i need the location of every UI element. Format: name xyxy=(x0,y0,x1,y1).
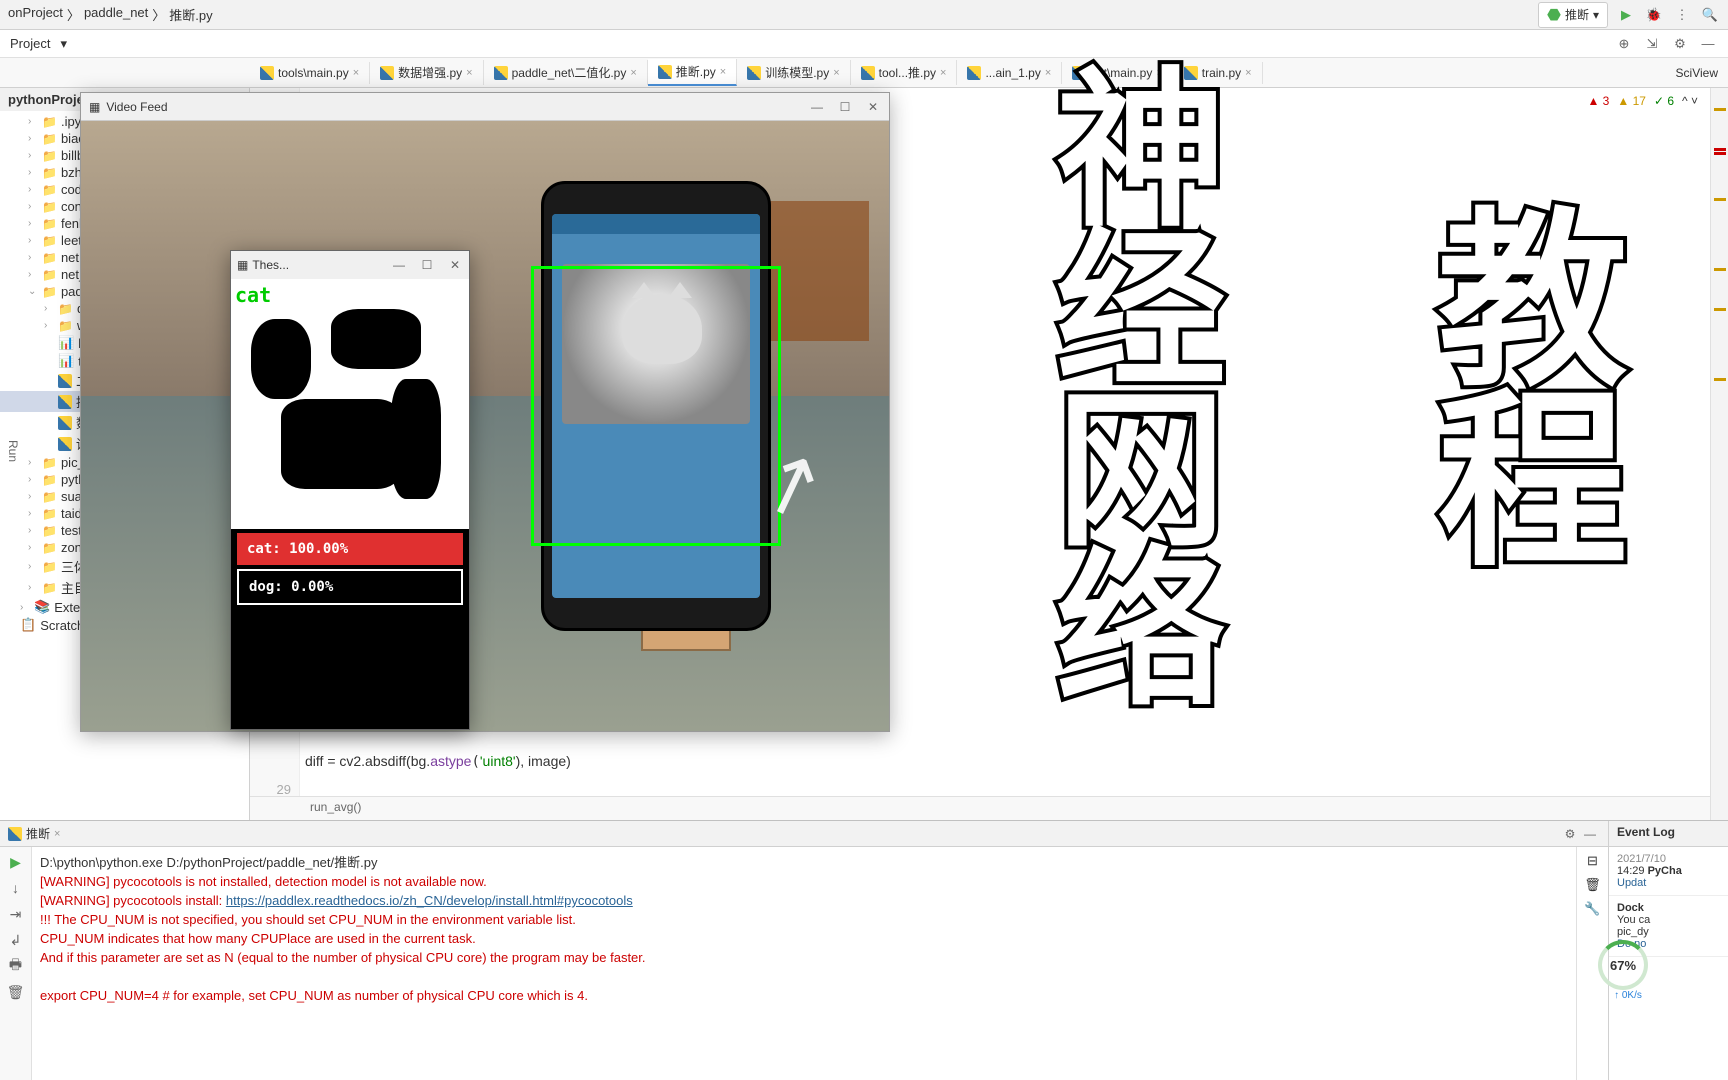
close-button[interactable]: ✕ xyxy=(447,258,463,272)
rerun-button[interactable]: ▶ xyxy=(7,853,25,871)
close-icon[interactable]: × xyxy=(54,828,60,840)
close-icon[interactable]: × xyxy=(353,67,359,79)
app-icon: ▦ xyxy=(89,100,100,114)
tab-tools-main[interactable]: tools\main.py× xyxy=(250,62,370,84)
close-icon[interactable]: × xyxy=(1245,67,1251,79)
run-tab[interactable]: 推断× xyxy=(8,825,60,842)
stop-button[interactable]: ↓ xyxy=(7,879,25,897)
more-run-icon[interactable]: ⋮ xyxy=(1672,5,1692,25)
code-breadcrumb[interactable]: run_avg() xyxy=(250,796,1728,820)
overlay-title-1: 神经网络 xyxy=(1040,60,1210,700)
indexing-progress[interactable]: 67% ↑ 0K/s xyxy=(1598,940,1658,1000)
warning-indicator[interactable]: ▲ 17 xyxy=(1617,94,1646,108)
maximize-button[interactable]: ☐ xyxy=(837,100,853,114)
threshold-window[interactable]: ▦ Thes... — ☐ ✕ cat cat: 100.00% dog: 0.… xyxy=(230,250,470,730)
console-line: D:\python\python.exe D:/pythonProject/pa… xyxy=(40,853,1568,872)
search-icon[interactable]: 🔍 xyxy=(1700,5,1720,25)
console-line: [WARNING] pycocotools install: https://p… xyxy=(40,891,1568,910)
python-icon xyxy=(747,66,761,80)
result-cat: cat: 100.00% xyxy=(237,533,463,565)
ok-indicator[interactable]: ✓ 6 xyxy=(1654,94,1674,108)
breadcrumb-2[interactable]: paddle_net xyxy=(84,5,148,24)
python-icon xyxy=(967,66,981,80)
python-icon xyxy=(861,66,875,80)
close-icon[interactable]: × xyxy=(833,67,839,79)
minimize-button[interactable]: — xyxy=(809,100,825,114)
window-titlebar[interactable]: ▦ Video Feed — ☐ ✕ xyxy=(81,93,889,121)
hide-icon[interactable]: — xyxy=(1698,34,1718,54)
run-config-selector[interactable]: ⬣ 推断 ▾ xyxy=(1538,2,1608,28)
error-indicator[interactable]: ▲ 3 xyxy=(1587,94,1609,108)
close-icon[interactable]: × xyxy=(466,67,472,79)
tab-infer[interactable]: 推断.py× xyxy=(648,59,737,86)
wrench-icon[interactable]: 🔧 xyxy=(1584,901,1600,917)
gear-icon[interactable]: ⚙ xyxy=(1670,34,1690,54)
wrap-button[interactable]: ↲ xyxy=(7,931,25,949)
gear-icon[interactable]: ⚙ xyxy=(1560,824,1580,844)
python-icon xyxy=(658,65,672,79)
sciview-tab[interactable]: SciView xyxy=(1666,66,1728,80)
event-item[interactable]: 2021/7/10 14:29 PyCha Updat xyxy=(1609,847,1728,896)
run-toolbar: ▶ ↓ ⇥ ↲ 🖶 🗑 xyxy=(0,847,32,1080)
window-titlebar[interactable]: ▦ Thes... — ☐ ✕ xyxy=(231,251,469,279)
project-bar: Project ▾ ⊕ ⇲ ⚙ — xyxy=(0,30,1728,58)
breadcrumb-3[interactable]: 推断.py xyxy=(169,5,212,24)
trash-icon[interactable]: 🗑 xyxy=(1584,877,1601,893)
python-icon xyxy=(8,827,22,841)
chevron-down-icon: ▾ xyxy=(1593,8,1599,22)
close-button[interactable]: ✕ xyxy=(865,100,881,114)
console-line: [WARNING] pycocotools is not installed, … xyxy=(40,872,1568,891)
bug-icon: ⬣ xyxy=(1547,5,1561,25)
project-dropdown[interactable]: Project xyxy=(0,36,60,51)
result-dog: dog: 0.00% xyxy=(237,569,463,605)
hide-icon[interactable]: — xyxy=(1580,824,1600,844)
app-icon: ▦ xyxy=(237,258,248,272)
tab-train-model[interactable]: 训练模型.py× xyxy=(737,60,850,85)
console-output[interactable]: D:\python\python.exe D:/pythonProject/pa… xyxy=(32,847,1576,1080)
tab-binarize[interactable]: paddle_net\二值化.py× xyxy=(484,60,648,85)
console-line: export CPU_NUM=4 # for example, set CPU_… xyxy=(40,986,1568,1005)
tab-tool-infer[interactable]: tool...推.py× xyxy=(851,60,958,85)
code-line-29[interactable]: diff = cv2.absdiff(bg.astype('uint8'), i… xyxy=(305,753,571,770)
close-icon[interactable]: × xyxy=(940,67,946,79)
error-stripe[interactable] xyxy=(1710,88,1728,820)
top-toolbar: onProject〉 paddle_net〉 推断.py ⬣ 推断 ▾ ▶ 🐞 … xyxy=(0,0,1728,30)
run-tool-label[interactable]: Run xyxy=(6,440,20,462)
video-frame: ↗ xyxy=(81,121,889,731)
console-line: CPU_NUM indicates that how many CPUPlace… xyxy=(40,929,1568,948)
python-icon xyxy=(494,66,508,80)
inspection-indicators[interactable]: ▲ 3 ▲ 17 ✓ 6 ^ ˅ xyxy=(1587,94,1698,108)
console-link[interactable]: https://paddlex.readthedocs.io/zh_CN/dev… xyxy=(226,893,633,908)
collapse-icon[interactable]: ⊟ xyxy=(1587,853,1598,869)
detection-label: cat xyxy=(235,283,271,307)
editor-tabs: tools\main.py× 数据增强.py× paddle_net\二值化.p… xyxy=(0,58,1728,88)
breadcrumb[interactable]: onProject〉 paddle_net〉 推断.py xyxy=(8,5,213,24)
run-tool-window: 推断× ⚙ — ▶ ↓ ⇥ ↲ 🖶 🗑 D:\python\python.exe… xyxy=(0,821,1608,1080)
python-icon xyxy=(260,66,274,80)
trash-button[interactable]: 🗑 xyxy=(7,983,25,1001)
close-icon[interactable]: × xyxy=(630,67,636,79)
target-icon[interactable]: ⊕ xyxy=(1614,34,1634,54)
collapse-icon[interactable]: ⇲ xyxy=(1642,34,1662,54)
run-button[interactable]: ▶ xyxy=(1616,5,1636,25)
maximize-button[interactable]: ☐ xyxy=(419,258,435,272)
scroll-button[interactable]: ⇥ xyxy=(7,905,25,923)
debug-button[interactable]: 🐞 xyxy=(1644,5,1664,25)
chevron-down-icon: ▾ xyxy=(60,36,67,52)
console-line: And if this parameter are set as N (equa… xyxy=(40,948,1568,967)
print-button[interactable]: 🖶 xyxy=(7,957,25,975)
threshold-image: cat xyxy=(231,279,469,529)
breadcrumb-1[interactable]: onProject xyxy=(8,5,63,24)
event-log-header[interactable]: Event Log xyxy=(1609,821,1728,847)
tab-data-aug[interactable]: 数据增强.py× xyxy=(370,60,483,85)
console-line: !!! The CPU_NUM is not specified, you sh… xyxy=(40,910,1568,929)
python-icon xyxy=(380,66,394,80)
detection-bbox xyxy=(531,266,781,546)
chevron-icon[interactable]: ^ ˅ xyxy=(1682,94,1698,108)
video-feed-window[interactable]: ▦ Video Feed — ☐ ✕ ↗ xyxy=(80,92,890,732)
window-title: Video Feed xyxy=(106,100,167,114)
close-icon[interactable]: × xyxy=(720,66,726,78)
overlay-title-2: 教程 xyxy=(1420,200,1610,560)
minimize-button[interactable]: — xyxy=(391,258,407,272)
